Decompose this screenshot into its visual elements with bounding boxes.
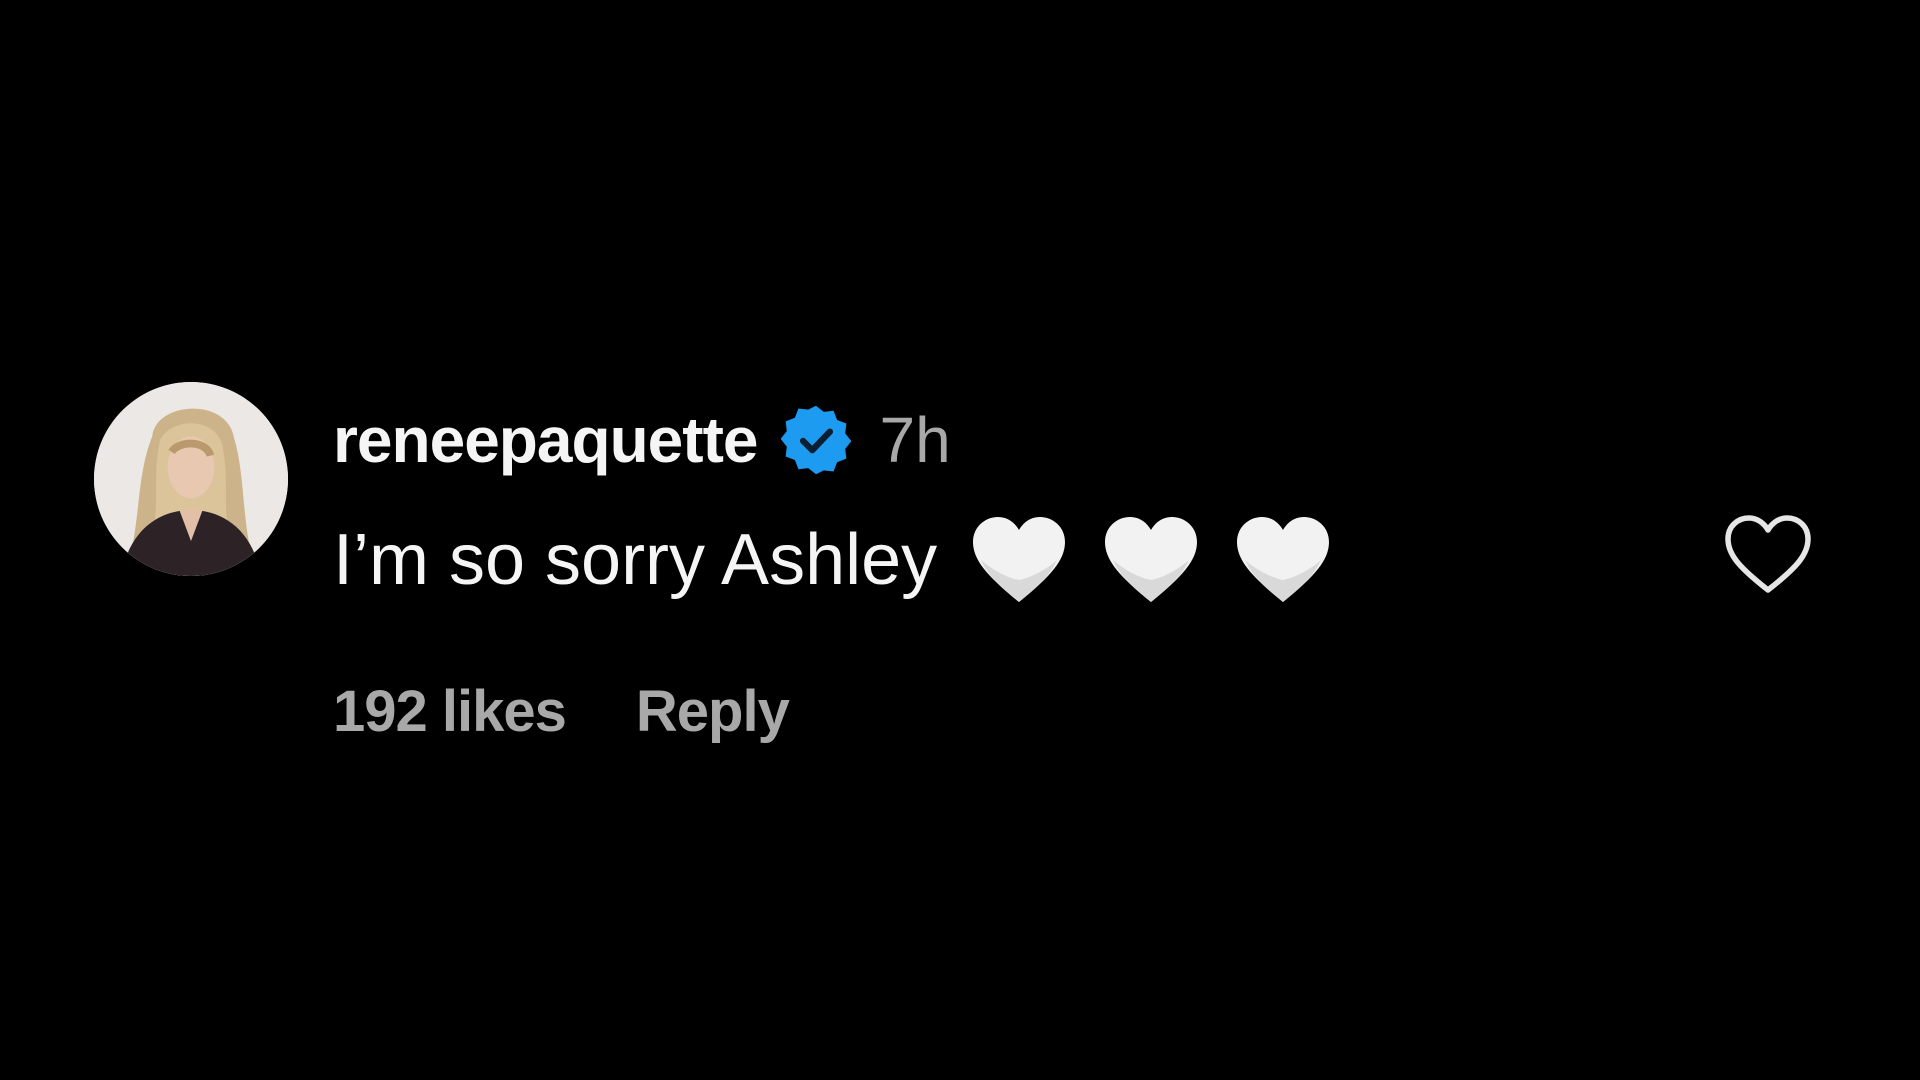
white-heart-emoji-icon [1101,514,1201,606]
verified-badge-icon [779,403,853,477]
likes-count[interactable]: 192 likes [333,683,567,741]
white-heart-emoji-icon [969,514,1069,606]
comment-text: I’m so sorry Ashley [333,520,938,600]
white-heart-emoji-icon [1233,514,1333,606]
comment-item: reneepaquette 7h I’m so sorry Ashley 192… [0,0,1920,1080]
reply-button[interactable]: Reply [636,683,790,741]
comment-body: I’m so sorry Ashley [333,510,1333,610]
comment-footer: 192 likes Reply [333,672,790,752]
username[interactable]: reneepaquette [333,408,758,472]
timestamp[interactable]: 7h [879,408,950,472]
avatar-image [94,382,288,576]
avatar[interactable] [94,382,288,576]
comment-header: reneepaquette 7h [333,398,951,482]
like-heart-icon[interactable] [1722,512,1814,596]
